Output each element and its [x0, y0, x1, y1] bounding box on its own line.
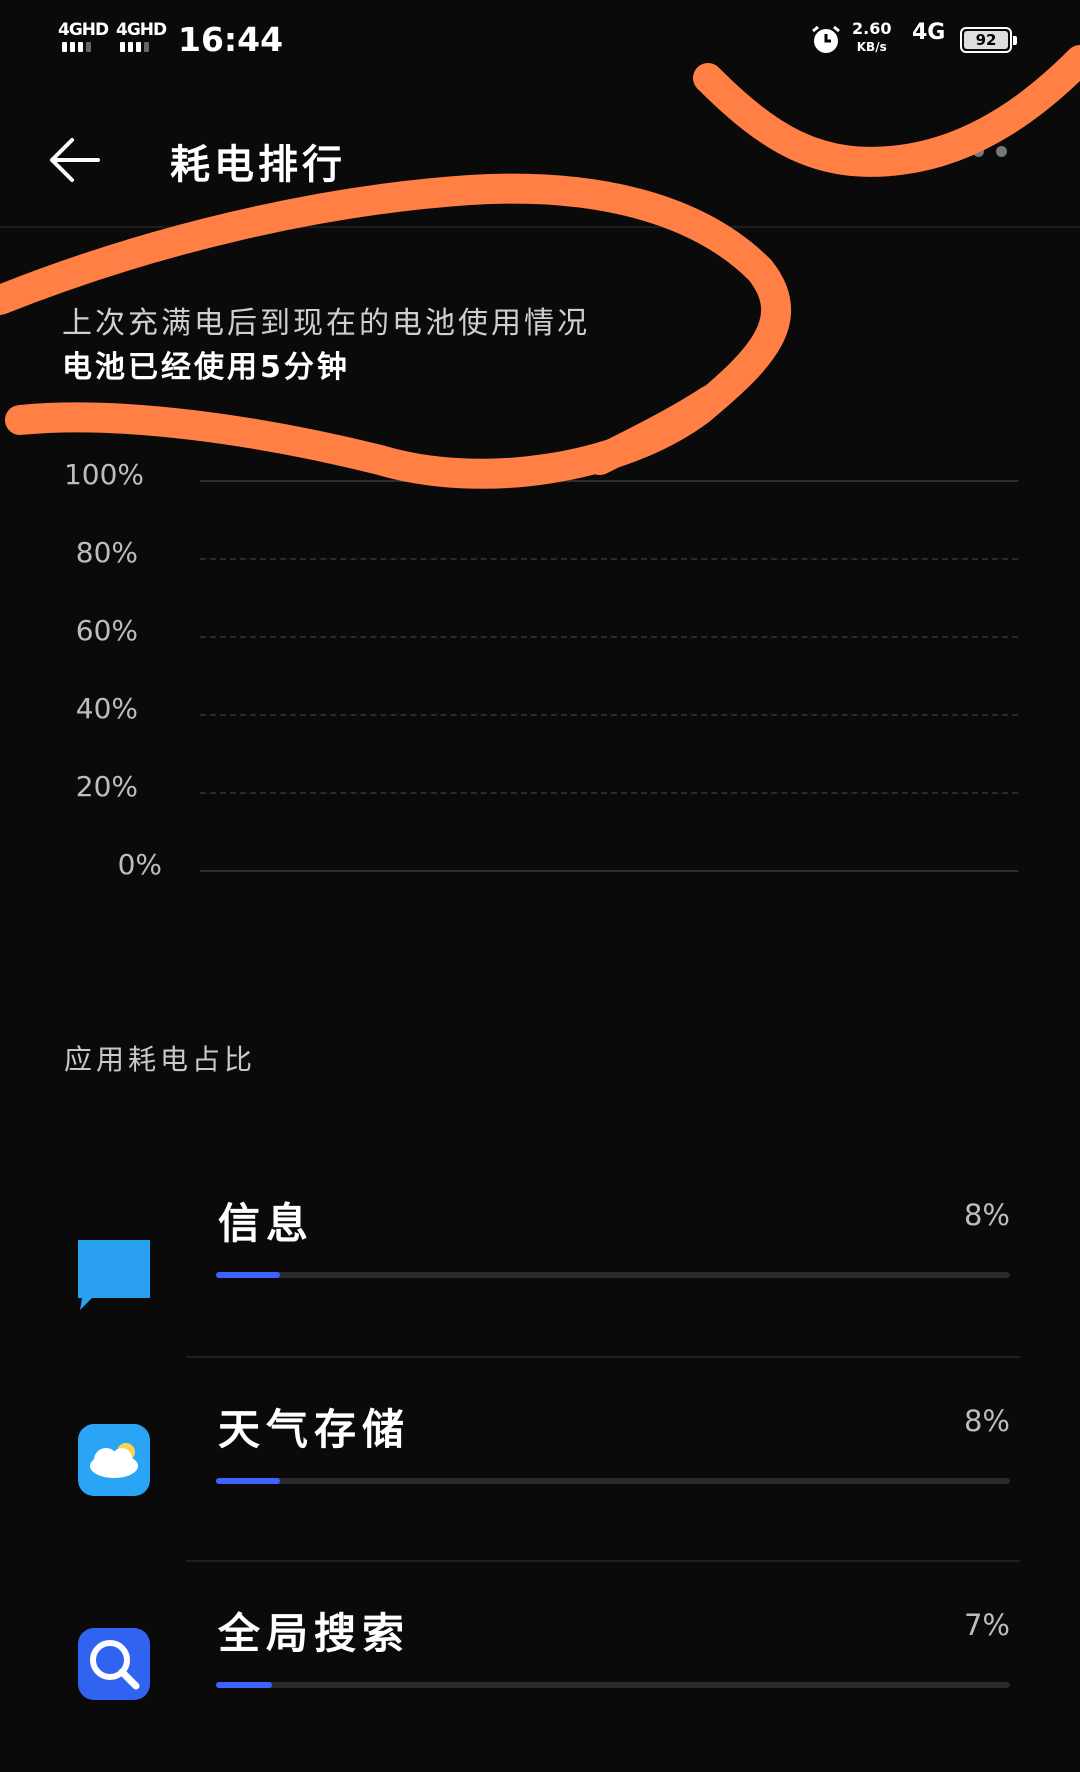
battery-chart: 100% 80% 60% 40% 20% 0%	[0, 450, 1080, 890]
signal-sim2-icon: 4GHD	[116, 20, 167, 52]
y-tick-label: 60%	[75, 614, 138, 647]
summary-line-1: 上次充满电后到现在的电池使用情况	[62, 306, 590, 341]
app-percent: 8%	[963, 1404, 1010, 1438]
battery-summary: 上次充满电后到现在的电池使用情况 电池已经使用5分钟	[62, 302, 590, 390]
status-bar: 4GHD 4GHD 16:44 2.60 KB/s 4G 92	[0, 0, 1080, 90]
y-tick-label: 80%	[75, 536, 138, 569]
search-icon	[78, 1628, 150, 1700]
usage-track	[216, 1478, 1010, 1484]
back-arrow-icon[interactable]	[44, 130, 104, 190]
app-row-search[interactable]: 全局搜索 7%	[0, 1560, 1080, 1764]
y-tick-label: 100%	[63, 458, 144, 491]
alarm-icon	[812, 25, 840, 53]
battery-level: 92	[964, 31, 1008, 49]
app-percent: 8%	[963, 1198, 1010, 1232]
y-tick-label: 0%	[117, 848, 162, 881]
clock: 16:44	[178, 20, 284, 59]
app-percent: 7%	[963, 1608, 1010, 1642]
signal-sim2-label: 4GHD	[116, 20, 167, 40]
app-row-message[interactable]: 信息 8%	[0, 1150, 1080, 1354]
net-speed-unit: KB/s	[856, 40, 887, 54]
grid-line	[200, 792, 1018, 794]
weather-icon	[78, 1424, 150, 1496]
network-type: 4G	[912, 20, 946, 45]
grid-line	[200, 480, 1018, 482]
usage-bar	[216, 1272, 280, 1278]
y-tick-label: 40%	[75, 692, 138, 725]
app-name: 全局搜索	[218, 1609, 411, 1658]
grid-line	[200, 714, 1018, 716]
section-title: 应用耗电占比	[64, 1043, 257, 1076]
message-icon	[78, 1240, 150, 1310]
signal-sim1-icon: 4GHD	[58, 20, 109, 52]
divider	[186, 1560, 1020, 1562]
app-name: 信息	[218, 1199, 315, 1248]
summary-line-2: 电池已经使用5分钟	[62, 350, 350, 385]
signal-sim1-label: 4GHD	[58, 20, 109, 40]
usage-bar	[216, 1478, 280, 1484]
divider	[186, 1356, 1020, 1358]
more-options-icon[interactable]	[950, 146, 1007, 157]
network-speed: 2.60 KB/s	[852, 20, 891, 56]
page-title: 耗电排行	[170, 142, 346, 188]
app-row-weather[interactable]: 天气存储 8%	[0, 1356, 1080, 1560]
grid-line	[200, 636, 1018, 638]
grid-line	[200, 558, 1018, 560]
app-name: 天气存储	[218, 1405, 411, 1454]
usage-bar	[216, 1682, 272, 1688]
net-speed-value: 2.60	[852, 19, 892, 38]
usage-track	[216, 1272, 1010, 1278]
y-tick-label: 20%	[75, 770, 138, 803]
x-axis-line	[200, 870, 1018, 872]
battery-icon: 92	[960, 27, 1017, 53]
app-header: 耗电排行	[0, 90, 1080, 228]
usage-track	[216, 1682, 1010, 1688]
